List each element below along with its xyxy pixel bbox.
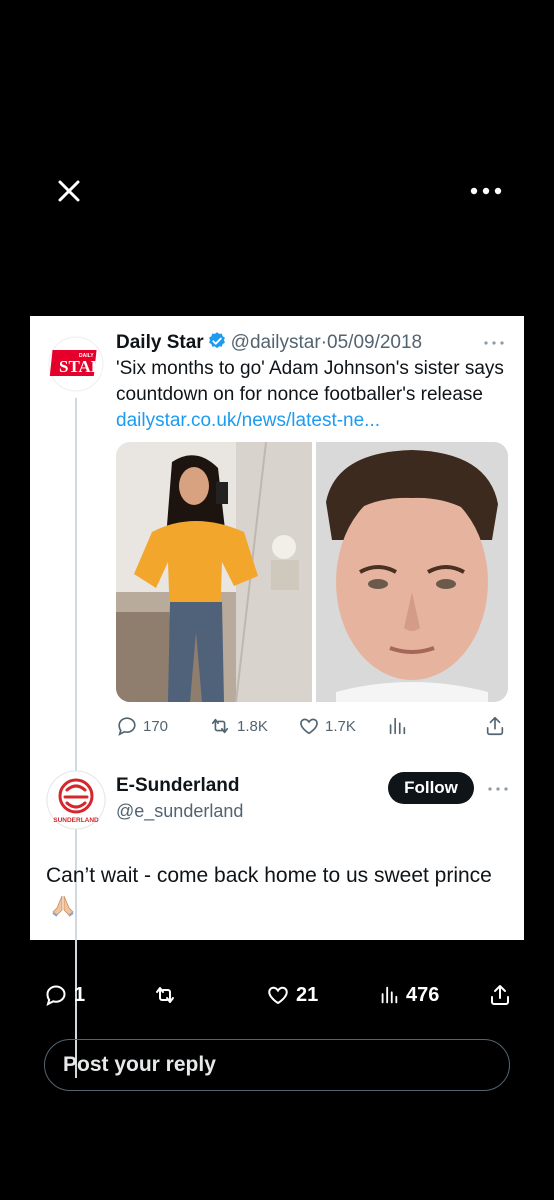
article-link[interactable]: dailystar.co.uk/news/latest-ne... [116,410,380,431]
reply-more-button[interactable] [486,782,510,794]
main-action-bar: 1 21 476 [0,978,554,1012]
repost-button[interactable] [152,978,184,1012]
views-icon [381,986,398,1004]
logo-main-text: STAR [59,357,104,376]
reply-input-placeholder: Post your reply [63,1053,216,1076]
reply-tweet-text: Can’t wait - come back home to us sweet … [46,860,506,927]
quoted-like-count: 1.7K [325,717,356,735]
more-horizontal-icon [484,341,504,345]
thread-line [75,398,77,1078]
quoted-tweet-header: Daily Star @dailystar·05/09/2018 [116,330,422,359]
logo-caption-text: SUNDERLAND [53,817,99,824]
quoted-views-button[interactable] [386,712,408,740]
repost-icon [156,987,174,1003]
quoted-repost-count: 1.8K [237,717,268,735]
views-count: 476 [406,983,440,1006]
e-sunderland-logo: SUNDERLAND [46,770,106,830]
reply-count: 1 [74,983,86,1006]
daily-star-logo: DAILY STAR [48,336,104,392]
quoted-repost-button[interactable]: 1.8K [208,712,268,740]
like-count: 21 [296,983,319,1006]
reply-icon [118,717,136,736]
reply-icon [46,985,66,1006]
share-button[interactable] [488,978,512,1012]
repost-icon [211,718,229,734]
quoted-date[interactable]: 05/09/2018 [327,332,422,353]
folded-hands-emoji [50,892,76,927]
e-sunderland-avatar[interactable]: SUNDERLAND [46,770,106,830]
quoted-tweet-text: 'Six months to go' Adam Johnson's sister… [116,356,508,434]
daily-star-avatar[interactable]: DAILY STAR [48,336,104,392]
more-horizontal-icon [470,187,502,195]
reply-author-name[interactable]: E-Sunderland [116,775,240,797]
reply-author-handle[interactable]: @e_sunderland [116,801,243,822]
views-icon [389,717,406,735]
quoted-action-bar: 170 1.8K 1.7K [116,712,508,740]
reply-button[interactable]: 1 [44,978,85,1012]
more-horizontal-icon [488,787,508,791]
heart-icon [268,986,288,1005]
woman-selfie-photo[interactable] [116,442,312,702]
share-icon [486,716,504,736]
tweet-screenshot-card: DAILY STAR Daily Star @dailystar·05/09/20… [30,316,524,1078]
views-button[interactable]: 476 [378,978,439,1012]
reply-input[interactable]: Post your reply [44,1039,510,1091]
quoted-media[interactable] [116,442,508,702]
quoted-more-button[interactable] [482,336,506,348]
close-button[interactable] [52,174,86,208]
quoted-reply-button[interactable]: 170 [116,712,168,740]
verified-badge-icon [207,331,227,359]
quoted-like-button[interactable]: 1.7K [298,712,356,740]
heart-icon [300,718,318,735]
quoted-reply-count: 170 [143,717,169,735]
reply-text-body: Can’t wait - come back home to us sweet … [46,864,492,887]
quoted-text-body: 'Six months to go' Adam Johnson's sister… [116,358,504,405]
like-button[interactable]: 21 [266,978,318,1012]
quoted-share-button[interactable] [484,712,506,740]
follow-button[interactable]: Follow [388,772,474,804]
quoted-author-name[interactable]: Daily Star [116,332,204,353]
man-mugshot-photo[interactable] [316,442,508,702]
close-icon [58,180,80,202]
more-options-button[interactable] [466,178,506,204]
share-icon [491,985,509,1005]
quoted-handle[interactable]: @dailystar [231,332,321,353]
